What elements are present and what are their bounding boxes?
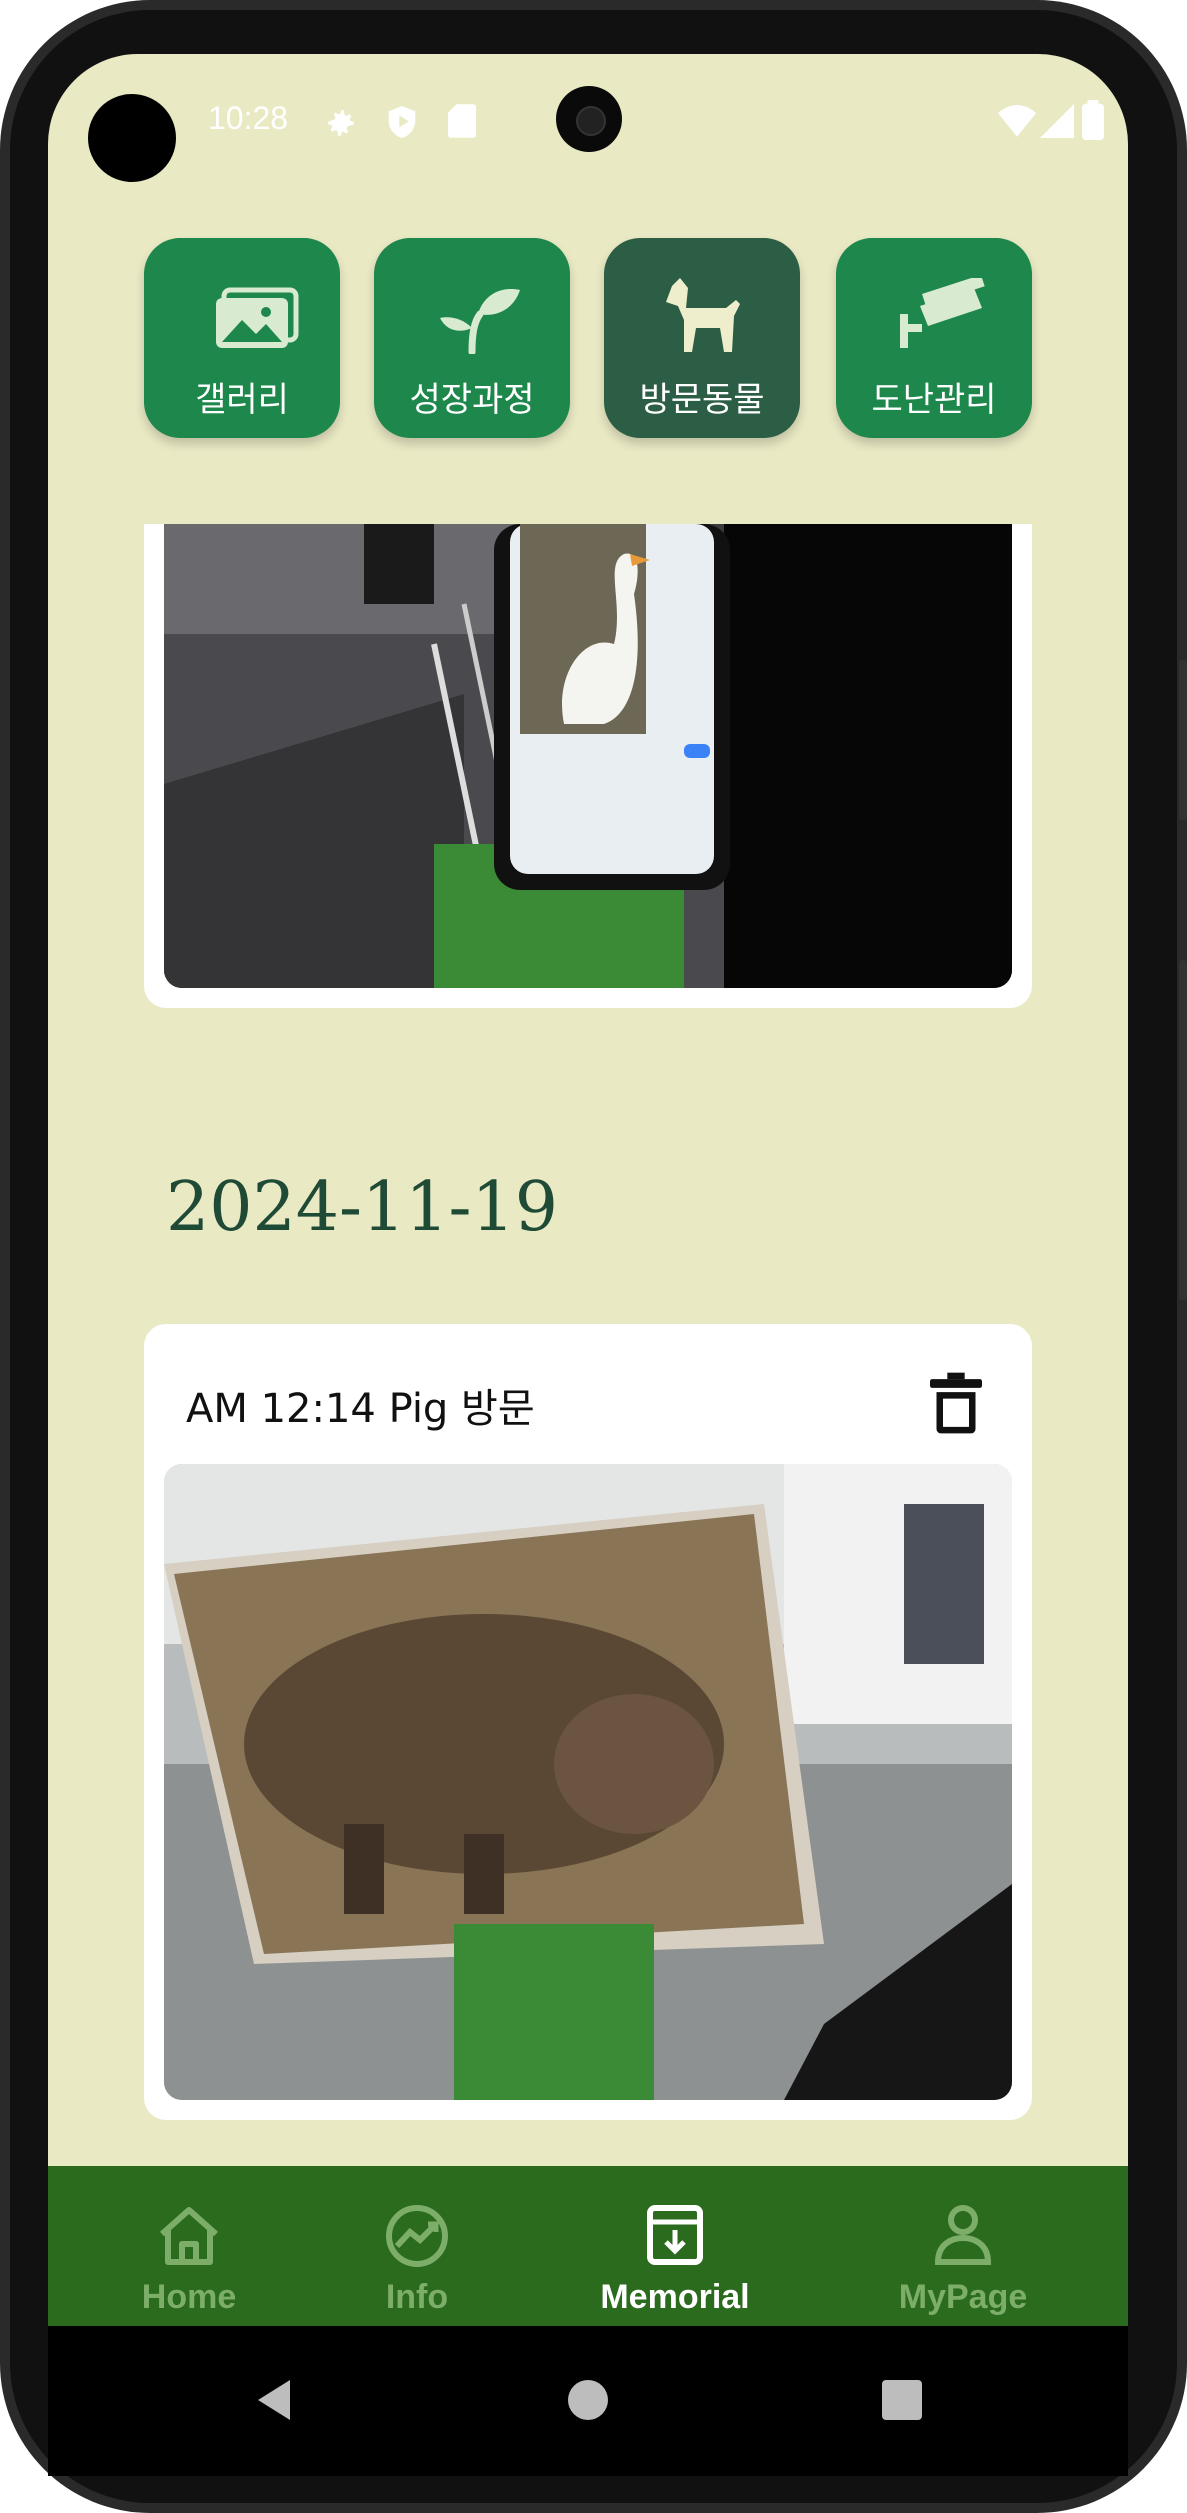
shield-play-icon <box>388 106 416 138</box>
signal-icon <box>1040 104 1074 138</box>
nav-memorial[interactable]: Memorial <box>540 2166 810 2336</box>
wifi-icon <box>998 105 1036 137</box>
pig-photo-image <box>164 1464 1012 2100</box>
memorial-card: AM 12:14 Pig 방문 <box>144 1324 1032 2120</box>
status-time: 10:28 <box>208 100 289 136</box>
category-gallery-button[interactable]: 갤러리 <box>144 238 340 438</box>
app-screen: 10:28 갤러리 성장과정 방문동물 도난관리 2024-11-19 AM 1… <box>48 54 1128 2384</box>
delete-icon[interactable] <box>930 1372 982 1434</box>
category-label: 방문동물 <box>639 380 765 420</box>
battery-icon <box>1082 100 1104 140</box>
sprout-icon <box>440 289 520 354</box>
visit-photo[interactable] <box>164 1464 1012 2100</box>
nav-info[interactable]: Info <box>282 2166 552 2336</box>
category-growth-button[interactable]: 성장과정 <box>374 238 570 438</box>
power-button <box>1179 960 1187 1300</box>
settings-icon <box>328 110 354 136</box>
sd-card-icon <box>448 104 476 138</box>
category-label: 도난관리 <box>871 380 997 420</box>
category-label: 성장과정 <box>409 380 535 420</box>
person-icon <box>934 2205 992 2265</box>
visit-photo[interactable] <box>164 524 1012 988</box>
nav-label: Info <box>385 2278 449 2316</box>
nav-mypage[interactable]: MyPage <box>828 2166 1098 2336</box>
memorial-card <box>144 524 1032 1008</box>
back-icon[interactable] <box>254 2378 294 2422</box>
nav-label: Memorial <box>600 2278 750 2316</box>
recents-icon[interactable] <box>882 2380 922 2420</box>
goose-photo-image <box>164 524 1012 988</box>
system-navigation-bar <box>48 2326 1128 2476</box>
home-circle-icon[interactable] <box>568 2380 608 2420</box>
entry-date-header: 2024-11-19 <box>166 1168 559 1247</box>
front-sensor <box>88 94 176 182</box>
archive-icon <box>647 2205 703 2265</box>
category-label: 갤러리 <box>195 380 289 420</box>
category-theft-button[interactable]: 도난관리 <box>836 238 1032 438</box>
dog-icon <box>666 278 740 352</box>
front-camera <box>556 86 622 152</box>
cctv-icon <box>900 278 985 348</box>
gallery-icon <box>216 287 299 348</box>
chart-icon <box>386 2205 448 2267</box>
volume-button <box>1179 660 1187 820</box>
visit-title: AM 12:14 Pig 방문 <box>186 1386 535 1432</box>
category-animals-button[interactable]: 방문동물 <box>604 238 800 438</box>
nav-label: MyPage <box>898 2278 1028 2316</box>
status-bar: 10:28 <box>48 54 1128 182</box>
